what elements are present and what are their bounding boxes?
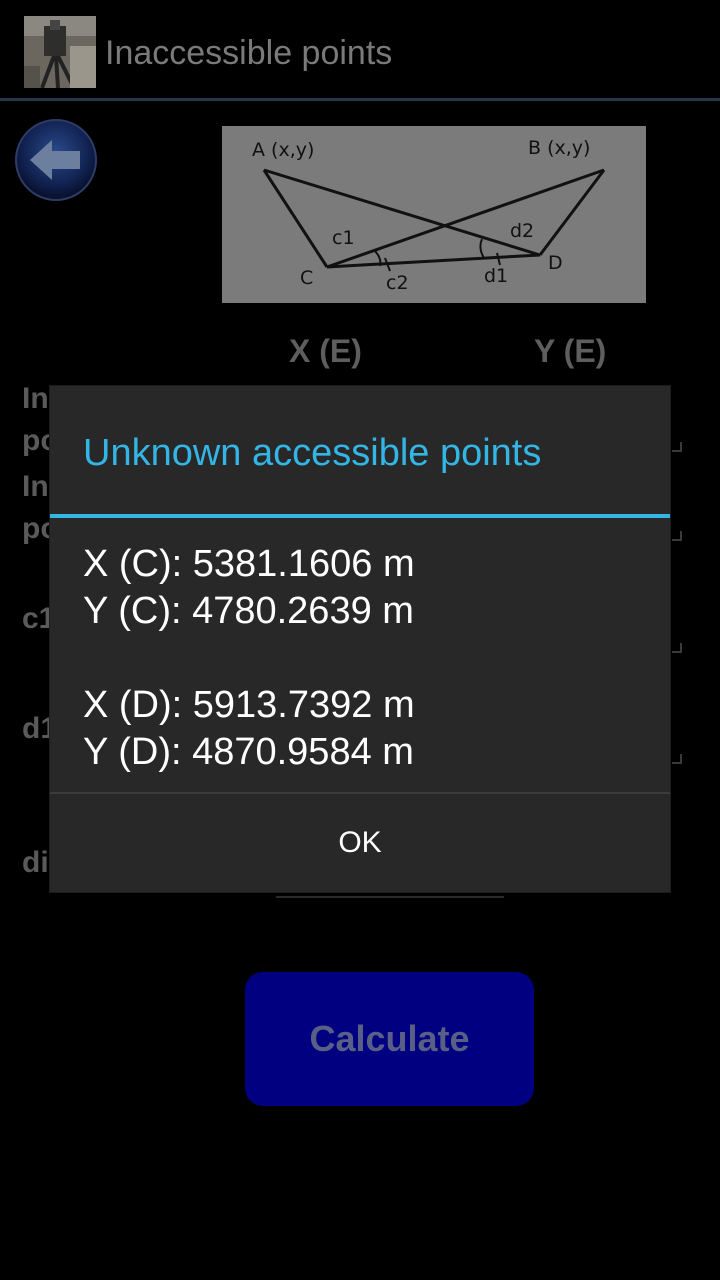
back-button[interactable]: [14, 118, 98, 202]
total-station-photo-icon: [24, 16, 96, 88]
result-y-d: Y (D): 4870.9584 m: [83, 731, 414, 773]
result-x-c: X (C): 5381.1606 m: [83, 543, 415, 585]
back-arrow-icon: [15, 119, 97, 201]
diagram-label-c: C: [300, 267, 313, 289]
input-d1-angle[interactable]: [672, 754, 682, 764]
diagram-label-c1: c1: [332, 227, 355, 249]
input-point-a-y[interactable]: [672, 442, 682, 452]
app-icon[interactable]: [24, 16, 96, 88]
app-title: Inaccessible points: [105, 34, 393, 72]
action-bar: Inaccessible points: [0, 0, 720, 101]
column-header-y: Y (E): [534, 333, 607, 369]
dialog-title: Unknown accessible points: [83, 432, 542, 474]
diagram-label-d: D: [548, 252, 563, 274]
diagram-label-c2: c2: [386, 272, 409, 294]
dialog-title-divider: [50, 514, 670, 518]
diagram-label-d1: d1: [484, 265, 508, 287]
diagram-label-a: A (x,y): [252, 139, 314, 161]
input-point-b-y[interactable]: [672, 531, 682, 541]
diagram-label-d2: d2: [510, 220, 534, 242]
ok-button[interactable]: OK: [50, 794, 670, 892]
diagram-label-b: B (x,y): [528, 137, 590, 159]
result-x-d: X (D): 5913.7392 m: [83, 684, 415, 726]
result-dialog: Unknown accessible points X (C): 5381.16…: [50, 386, 670, 892]
geometry-diagram: A (x,y) B (x,y) C D c1 c2 d1 d2: [222, 126, 646, 303]
screen: Inaccessible points A (x,y) B (x,y) C D …: [0, 0, 720, 1280]
calculate-button[interactable]: Calculate: [245, 972, 534, 1106]
input-c1-angle[interactable]: [672, 643, 682, 653]
column-header-x: X (E): [289, 333, 362, 369]
result-y-c: Y (C): 4780.2639 m: [83, 590, 414, 632]
